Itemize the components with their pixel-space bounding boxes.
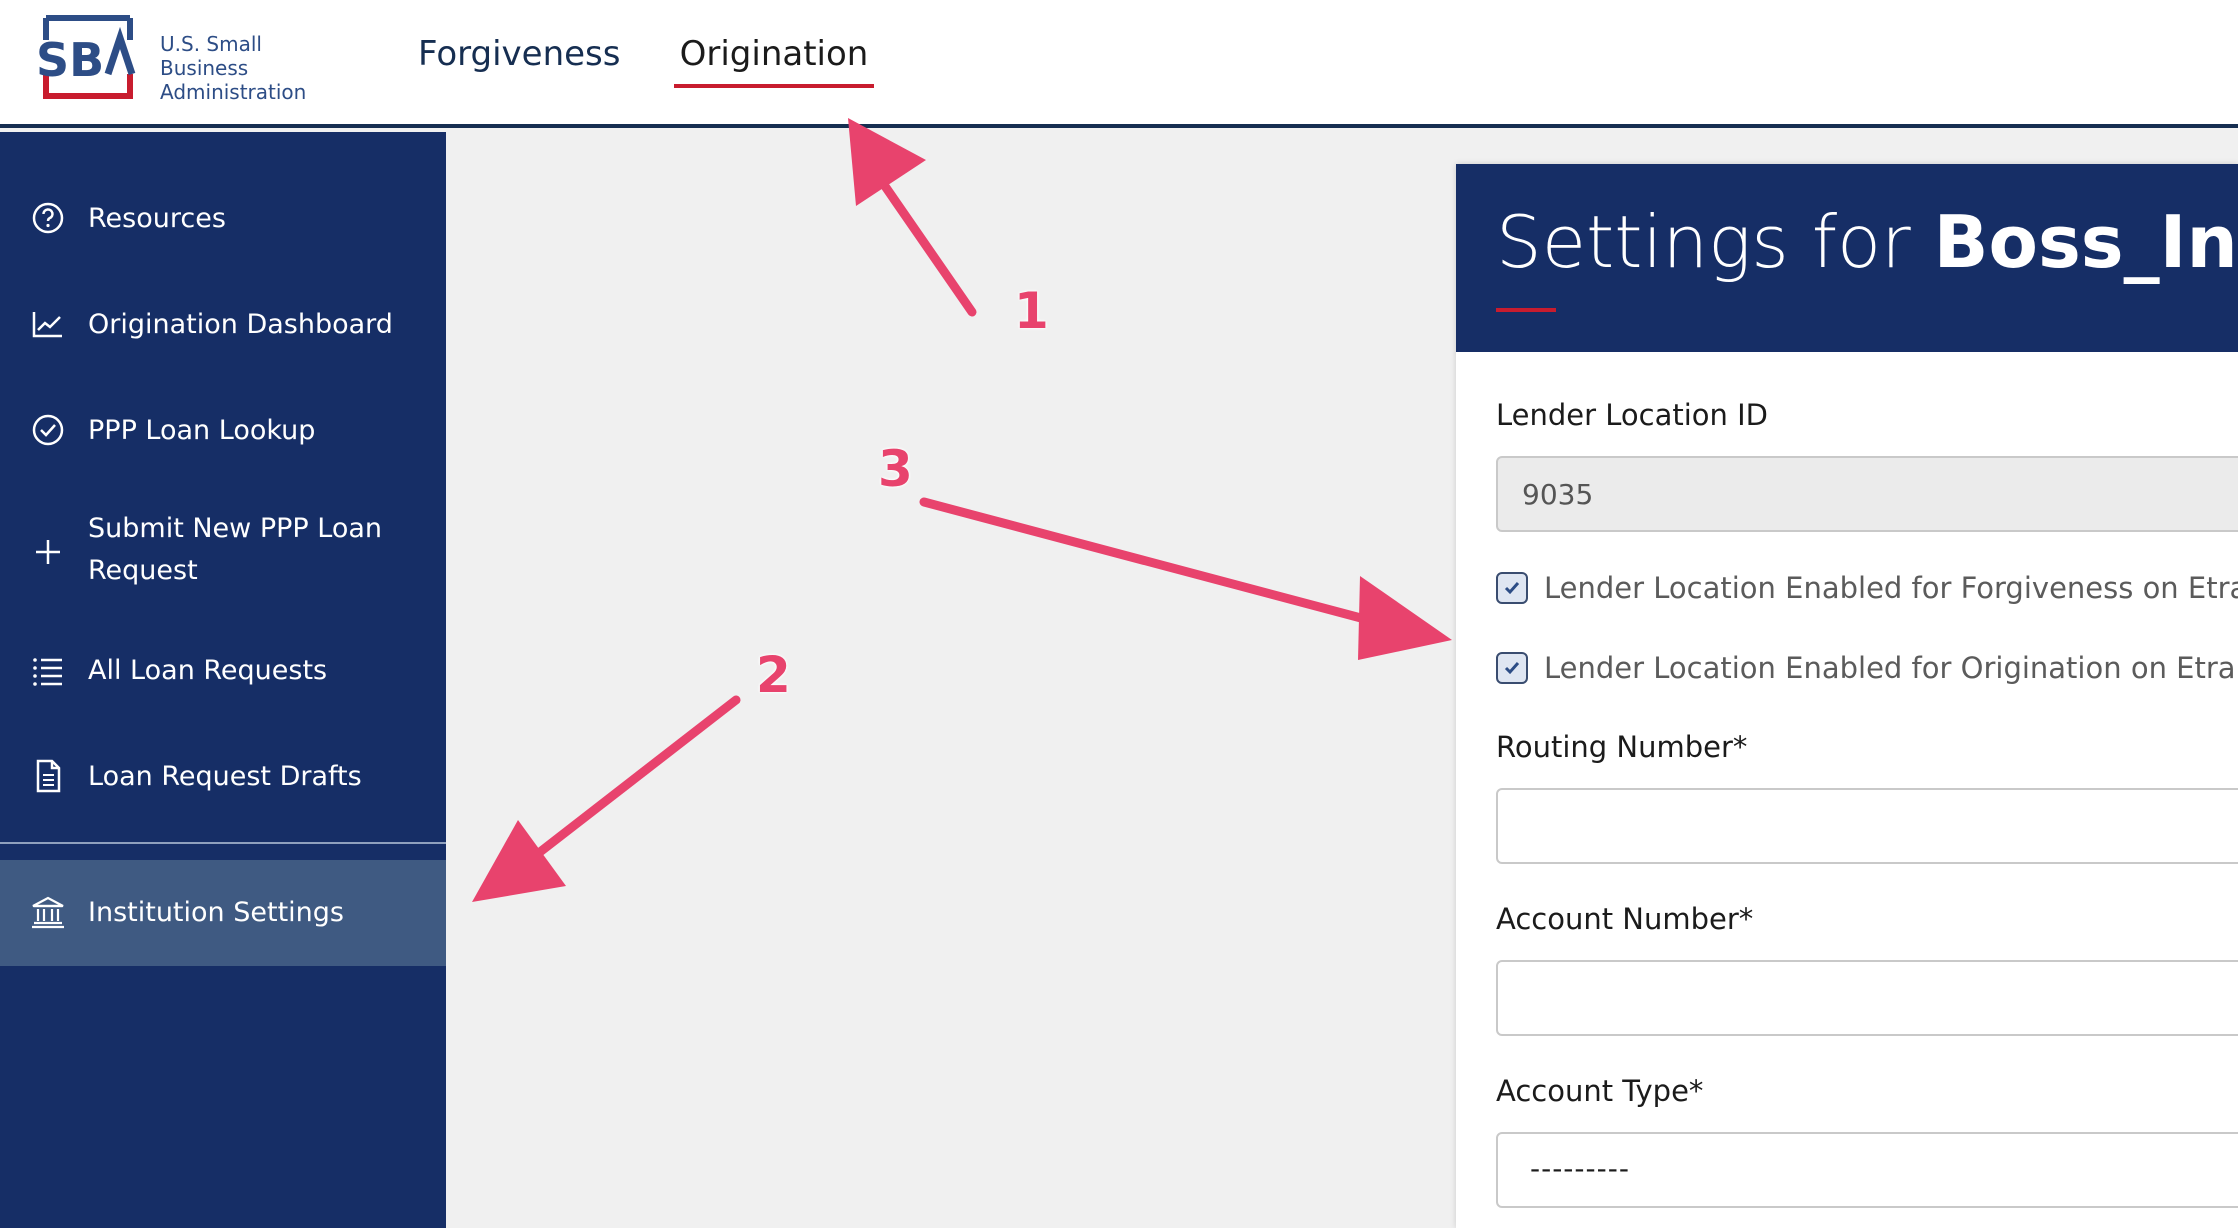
sidebar: Resources Origination Dashboard PPP Loan… (0, 132, 446, 1228)
sidebar-item-label: Loan Request Drafts (88, 761, 362, 792)
arrow-1-head (848, 118, 926, 206)
tab-origination[interactable]: Origination (674, 30, 874, 88)
document-icon (36, 759, 61, 793)
sidebar-item-label: Request (88, 555, 198, 586)
checkbox-checked[interactable] (1496, 652, 1528, 684)
checkbox-label: Lender Location Enabled for Origination … (1544, 651, 2238, 685)
tab-forgiveness[interactable]: Forgiveness (400, 30, 639, 88)
checkbox-label: Lender Location Enabled for Forgiveness … (1544, 571, 2238, 605)
arrow-1 (873, 171, 977, 317)
origination-enabled-checkbox[interactable]: Lender Location Enabled for Origination … (1496, 648, 2238, 688)
sidebar-item-all-loan-requests[interactable]: All Loan Requests (0, 630, 446, 714)
sidebar-item-label: Submit New PPP Loan (88, 513, 383, 544)
forgiveness-enabled-checkbox[interactable]: Lender Location Enabled for Forgiveness … (1496, 568, 2238, 608)
bank-icon (32, 896, 64, 929)
sba-logo-mark: SB (36, 15, 136, 99)
sidebar-item-label: PPP Loan Lookup (88, 415, 316, 446)
top-navigation-bar: SB U.S. Small Business Administration Fo… (0, 0, 2238, 128)
checkmark-icon (1504, 662, 1520, 675)
sidebar-item-loan-request-drafts[interactable]: Loan Request Drafts (0, 736, 446, 820)
page-title: Settings for Boss_Insig (1496, 200, 2238, 284)
chart-line-icon (32, 312, 62, 338)
account-type-value: --------- (1530, 1152, 1630, 1185)
lender-location-field[interactable] (1496, 456, 2238, 532)
arrow-3-head (1358, 576, 1452, 660)
annotation-number-1: 1 (1014, 282, 1049, 340)
question-circle-icon (32, 202, 64, 234)
annotation-number-2: 2 (756, 646, 791, 704)
lender-location-label: Lender Location ID (1496, 398, 1769, 432)
annotation-number-3: 3 (878, 440, 913, 498)
list-icon (33, 658, 62, 686)
checkbox-checked[interactable] (1496, 572, 1528, 604)
arrow-2 (535, 695, 741, 857)
sidebar-item-ppp-loan-lookup[interactable]: PPP Loan Lookup (0, 390, 446, 474)
svg-text:SB: SB (36, 33, 104, 87)
sidebar-item-resources[interactable]: Resources (0, 178, 446, 262)
sidebar-item-label: Institution Settings (88, 897, 344, 928)
plus-icon (36, 540, 60, 564)
sidebar-divider (0, 842, 446, 844)
panel-header: Settings for Boss_Insig (1456, 164, 2238, 352)
sidebar-item-label: Resources (88, 203, 226, 234)
routing-number-label: Routing Number* (1496, 730, 1748, 764)
account-number-field[interactable] (1496, 960, 2238, 1036)
sidebar-item-origination-dashboard[interactable]: Origination Dashboard (0, 284, 446, 368)
account-type-select[interactable]: --------- (1496, 1132, 2238, 1208)
sba-logo[interactable]: SB U.S. Small Business Administration (34, 14, 354, 104)
settings-panel: Settings for Boss_Insig Lender Location … (1456, 164, 2238, 1228)
sidebar-item-label: Origination Dashboard (88, 309, 393, 340)
account-number-label: Account Number* (1496, 902, 1754, 936)
sidebar-item-institution-settings[interactable]: Institution Settings (0, 860, 446, 966)
arrow-3 (919, 497, 1381, 627)
sidebar-item-label: All Loan Requests (88, 655, 328, 686)
checkmark-icon (1504, 582, 1520, 595)
title-underline (1496, 308, 1556, 312)
check-circle-icon (32, 414, 64, 446)
sidebar-item-submit-new-ppp-loan[interactable]: Submit New PPP Loan Request (0, 488, 446, 618)
arrow-2-head (472, 820, 566, 902)
agency-name: U.S. Small Business Administration (160, 32, 307, 104)
routing-number-field[interactable] (1496, 788, 2238, 864)
account-type-label: Account Type* (1496, 1074, 1704, 1108)
